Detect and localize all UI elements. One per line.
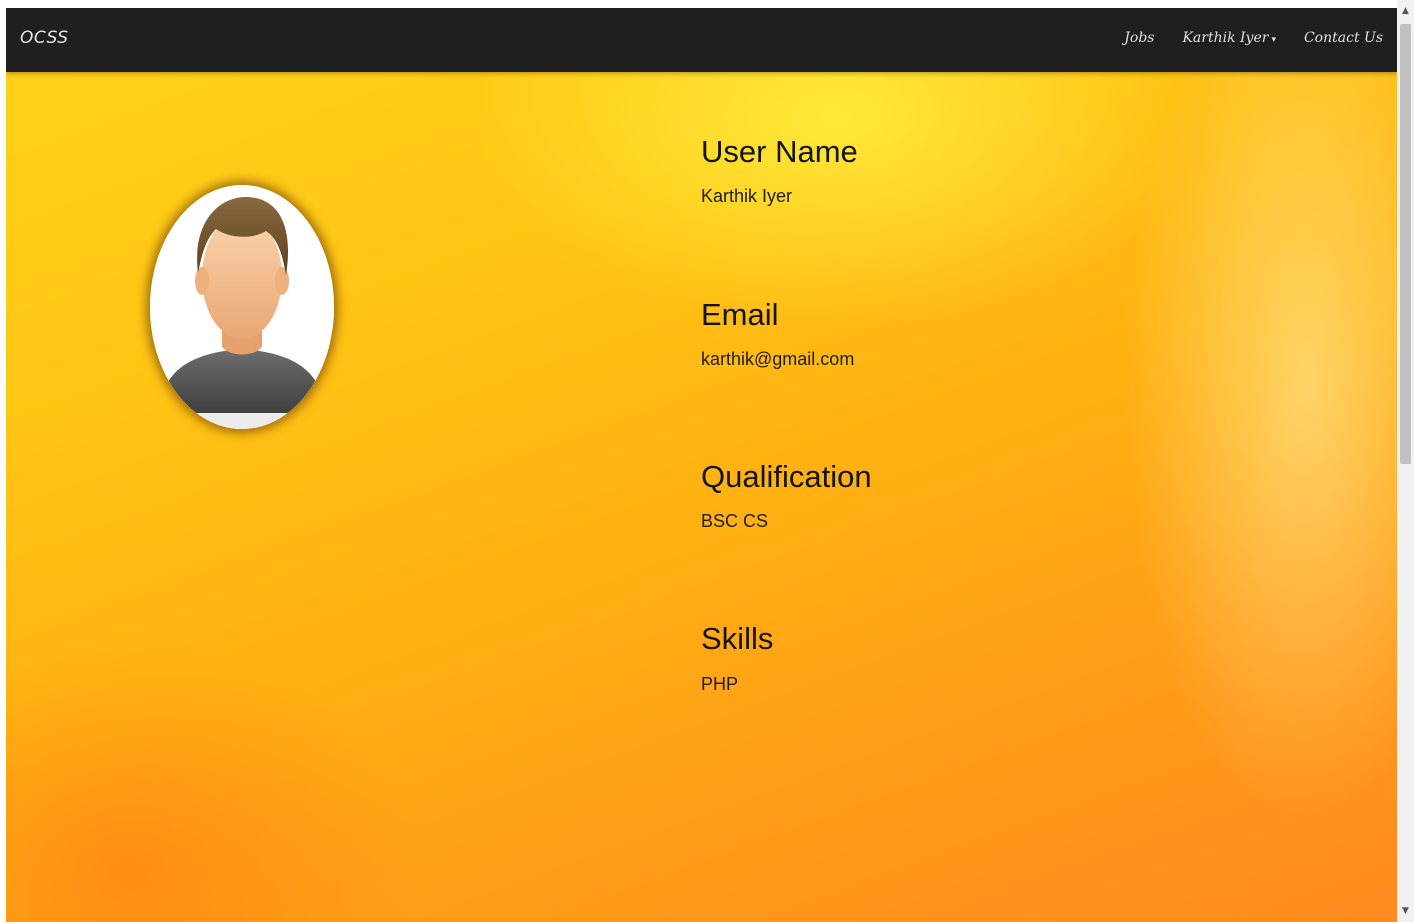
value-qualification: BSC CS: [701, 511, 769, 531]
user-menu-label: Karthik Iyer: [1182, 30, 1269, 46]
value-skills: PHP: [701, 674, 739, 694]
brand-logo[interactable]: OCSS: [20, 28, 69, 48]
scrollbar-thumb[interactable]: [1400, 24, 1411, 464]
arrow-down-icon[interactable]: ▼: [1397, 904, 1414, 918]
nav-links: Jobs Karthik Iyer ▾ Contact Us: [1124, 30, 1383, 46]
user-avatar-icon: [150, 185, 334, 429]
nav-link-jobs[interactable]: Jobs: [1124, 30, 1154, 46]
navbar: OCSS Jobs Karthik Iyer ▾ Contact Us: [6, 8, 1397, 72]
label-email: Email: [701, 297, 779, 332]
label-user-name: User Name: [701, 134, 858, 169]
arrow-up-icon[interactable]: ▲: [1397, 4, 1414, 18]
nav-link-contact[interactable]: Contact Us: [1304, 30, 1383, 46]
label-skills: Skills: [701, 621, 774, 656]
vertical-scrollbar[interactable]: ▲ ▼: [1397, 0, 1414, 922]
page-viewport: OCSS Jobs Karthik Iyer ▾ Contact Us User…: [6, 8, 1397, 922]
caret-down-icon: ▾: [1271, 35, 1276, 45]
label-qualification: Qualification: [701, 459, 872, 494]
user-menu-dropdown[interactable]: Karthik Iyer ▾: [1182, 30, 1276, 46]
value-email: karthik@gmail.com: [701, 349, 855, 369]
value-user-name: Karthik Iyer: [701, 186, 793, 206]
